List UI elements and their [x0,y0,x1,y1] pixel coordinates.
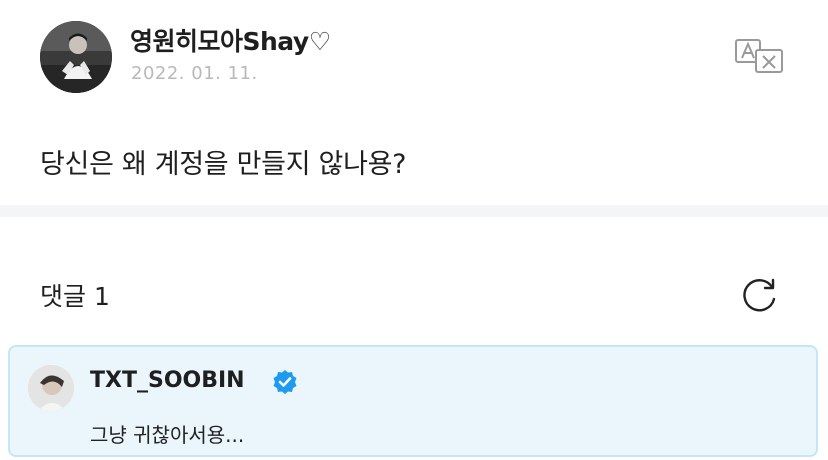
post-header: 영원히모아Shay♡ 2022. 01. 11. [0,0,828,110]
refresh-icon [743,278,776,312]
translate-button[interactable] [734,38,786,74]
section-divider [0,205,828,217]
post-body: 당신은 왜 계정을 만들지 않나용? [40,149,407,180]
commenter-avatar[interactable] [28,365,74,411]
author-avatar[interactable] [40,21,112,93]
comment-text: 그냥 귀찮아서용... [90,423,245,447]
verified-badge-icon [272,369,298,395]
comment-author[interactable]: TXT_SOOBIN [90,368,245,393]
author-name[interactable]: 영원히모아Shay♡ [130,22,331,58]
comment-item[interactable]: TXT_SOOBIN 그냥 귀찮아서용... [8,345,818,457]
refresh-button[interactable] [739,275,781,317]
post-date: 2022. 01. 11. [131,63,258,84]
comments-count-label: 댓글 1 [40,282,110,311]
translate-icon [735,39,783,73]
comments-header: 댓글 1 [0,217,828,337]
